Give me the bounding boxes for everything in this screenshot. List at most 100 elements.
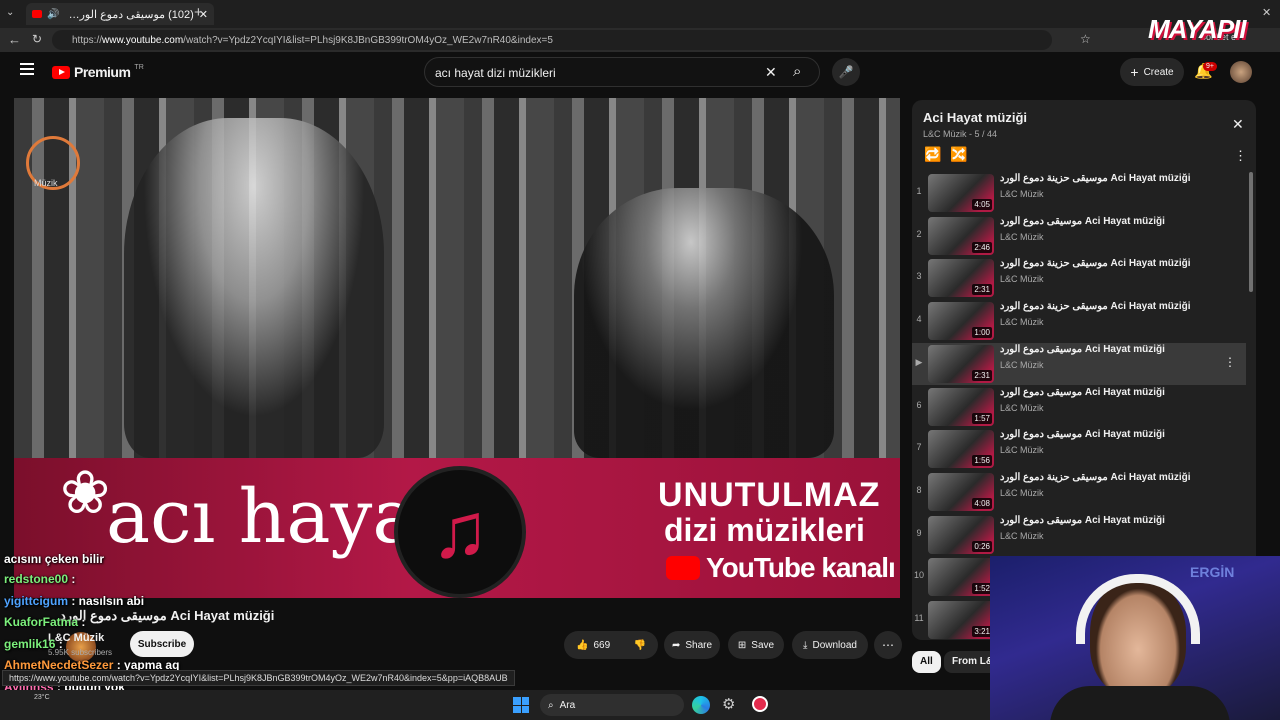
playlist-item-title: موسيقى دموع الورد Aci Hayat müziği [1000,514,1165,526]
video-player[interactable]: Müzik ❀ acı hayat ♫ UNUTULMAZ dizi müzik… [14,98,900,598]
url-field[interactable]: https://www.youtube.com/watch?v=Ypdz2Ycq… [52,30,1052,50]
chat-message: redstone00 : [4,572,75,586]
playlist-item-thumbnail: 3:21 [928,601,994,639]
video-title: موسيقى دموع الورد Aci Hayat müziği [60,608,275,623]
playlist-item-duration: 4:08 [972,497,992,509]
banner-right-line1: UNUTULMAZ [658,476,881,514]
playlist-item[interactable]: 2 2:46 موسيقى دموع الورد Aci Hayat müziği L… [912,215,1246,257]
playlist-item-title: موسيقى دموع الورد Aci Hayat müziği [1000,343,1165,355]
playlist-item-index: 3 [916,271,922,282]
favorites-star-icon[interactable]: ☆ [1080,32,1091,46]
playlist-title[interactable]: Aci Hayat müziği [923,110,1027,125]
account-avatar[interactable] [1230,61,1252,83]
shuffle-icon[interactable]: 🔀 [950,146,967,163]
playlist-item-index: 4 [916,314,922,325]
playlist-scrollbar[interactable] [1249,172,1253,292]
chat-text: acısını çeken bilir [4,552,105,566]
playlist-item-menu-icon[interactable]: ⋮ [1224,355,1236,369]
playlist-item[interactable]: 1 4:05 موسيقى حزينة دموع الورد Aci Hayat m… [912,172,1246,214]
tab-actions-chevron-icon[interactable]: ⌄ [6,7,14,18]
playlist-menu-icon[interactable]: ⋮ [1234,148,1247,164]
dislike-button[interactable]: 👎 [634,640,646,651]
youtube-play-icon [52,65,70,79]
share-button[interactable]: ➦ Share [664,631,720,659]
playlist-item-title: موسيقى حزينة دموع الورد Aci Hayat müziği [1000,258,1191,270]
clear-search-icon[interactable]: ✕ [765,64,777,81]
download-icon: ⤓ [803,639,808,651]
video-banner: ❀ acı hayat ♫ UNUTULMAZ dizi müzikleri Y… [14,458,900,598]
close-playlist-icon[interactable]: ✕ [1232,116,1244,133]
chat-message: gemlik16 : [4,637,63,651]
logo-text: Premium [74,64,131,80]
search-input[interactable]: acı hayat dizi müzikleri [435,66,556,80]
like-dislike-group: 👍 669 👎 [564,631,658,659]
streamer-webcam: ERGİN [990,556,1280,720]
playlist-item-title: موسيقى دموع الورد Aci Hayat müziği [1000,386,1165,398]
playlist-item-title: موسيقى حزينة دموع الورد Aci Hayat müziği [1000,173,1191,184]
playlist-item[interactable]: 3 2:31 موسيقى حزينة دموع الورد Aci Hayat m… [912,257,1246,299]
like-count: 669 [593,639,611,651]
menu-icon[interactable] [20,63,34,75]
playlist-item-thumbnail: 1:52 [928,558,994,597]
speaker-icon[interactable]: 🔊 [47,9,59,20]
playlist-item-duration: 1:56 [972,455,992,467]
music-note-icon: ♫ [430,486,490,574]
weather-widget[interactable]: 23°C [34,694,50,701]
loop-icon[interactable]: 🔁 [924,146,941,163]
recording-app-icon[interactable] [752,696,768,712]
back-icon[interactable]: ← [8,32,21,47]
playlist-item[interactable]: 8 4:08 موسيقى حزينة دموع الورد Aci Hayat m… [912,471,1246,513]
url-host: www.youtube.com [102,34,184,46]
playlist-item-index: ▶ [915,356,923,367]
new-tab-button[interactable]: + [194,4,203,21]
playlist-item-thumbnail: 1:00 [928,302,994,341]
subscribe-button[interactable]: Subscribe [130,631,194,657]
chat-username: KuaforFatma [4,615,79,629]
download-button[interactable]: ⤓ Download [792,631,868,659]
video-figure-right [574,188,834,458]
playlist-item-thumbnail: 1:57 [928,387,994,426]
playlist-item[interactable]: 6 1:57 موسيقى دموع الورد Aci Hayat müziği L… [912,386,1246,428]
playlist-item-channel: L&C Müzik [1000,317,1044,328]
create-button[interactable]: + Create [1120,58,1184,86]
more-actions-button[interactable]: ⋯ [874,631,902,659]
logo-region: TR [134,64,144,71]
video-figure-left [124,118,384,458]
thumbs-up-icon: 👍 [576,639,589,651]
windows-taskbar: 23°C ⌕ Ara ⚙ [0,690,990,720]
taskbar-search[interactable]: ⌕ Ara [540,694,684,716]
youtube-favicon-icon [32,10,42,18]
playlist-item[interactable]: 7 1:56 موسيقى دموع الورد Aci Hayat müziği L… [912,428,1246,470]
voice-search-button[interactable]: 🎤 [832,58,860,86]
thumbs-down-icon: 👎 [633,639,646,651]
playlist-item[interactable]: ▶ 2:31 موسيقى دموع الورد Aci Hayat müziği L… [912,342,1246,385]
channel-watermark-text: Müzik [34,178,58,188]
browser-tab-active[interactable]: 🔊 (102) موسيقى دموع الورد Tube ✕ [26,3,214,25]
chat-username: gemlik16 [4,637,56,651]
playlist-item-title: موسيقى دموع الورد Aci Hayat müziği [1000,215,1165,227]
playlist-item-channel: L&C Müzik [1000,189,1044,199]
window-close-icon[interactable]: ✕ [1262,6,1271,19]
like-button[interactable]: 👍 669 [576,640,610,651]
save-label: Save [751,639,775,651]
playlist-item-channel: L&C Müzik [1000,402,1044,413]
share-label: Share [685,639,713,651]
search-box[interactable]: acı hayat dizi müzikleri ✕ ⌕ [424,57,820,87]
youtube-logo[interactable]: Premium TR [52,64,144,80]
chip-all[interactable]: All [912,651,941,673]
playlist-item-duration: 1:00 [972,327,992,339]
banner-right-line2: dizi müzikleri [664,512,865,548]
edge-browser-icon[interactable] [692,696,710,714]
settings-gear-icon[interactable]: ⚙ [722,695,735,713]
notification-badge: 9+ [1203,62,1217,71]
save-button[interactable]: ⊞ Save [728,631,784,659]
link-status-bubble: https://www.youtube.com/watch?v=Ypdz2Ycq… [2,670,515,686]
playlist-item-duration: 1:57 [972,412,992,424]
playlist-item[interactable]: 9 0:26 موسيقى دموع الورد Aci Hayat müziği L… [912,514,1246,556]
reload-icon[interactable]: ↻ [32,32,42,46]
music-note-badge: ♫ [394,466,526,598]
webcam-banner-text: ERGİN [1190,564,1235,580]
search-icon[interactable]: ⌕ [793,63,801,80]
start-windows-icon[interactable] [513,697,529,713]
playlist-item[interactable]: 4 1:00 موسيقى حزينة دموع الورد Aci Hayat m… [912,300,1246,342]
